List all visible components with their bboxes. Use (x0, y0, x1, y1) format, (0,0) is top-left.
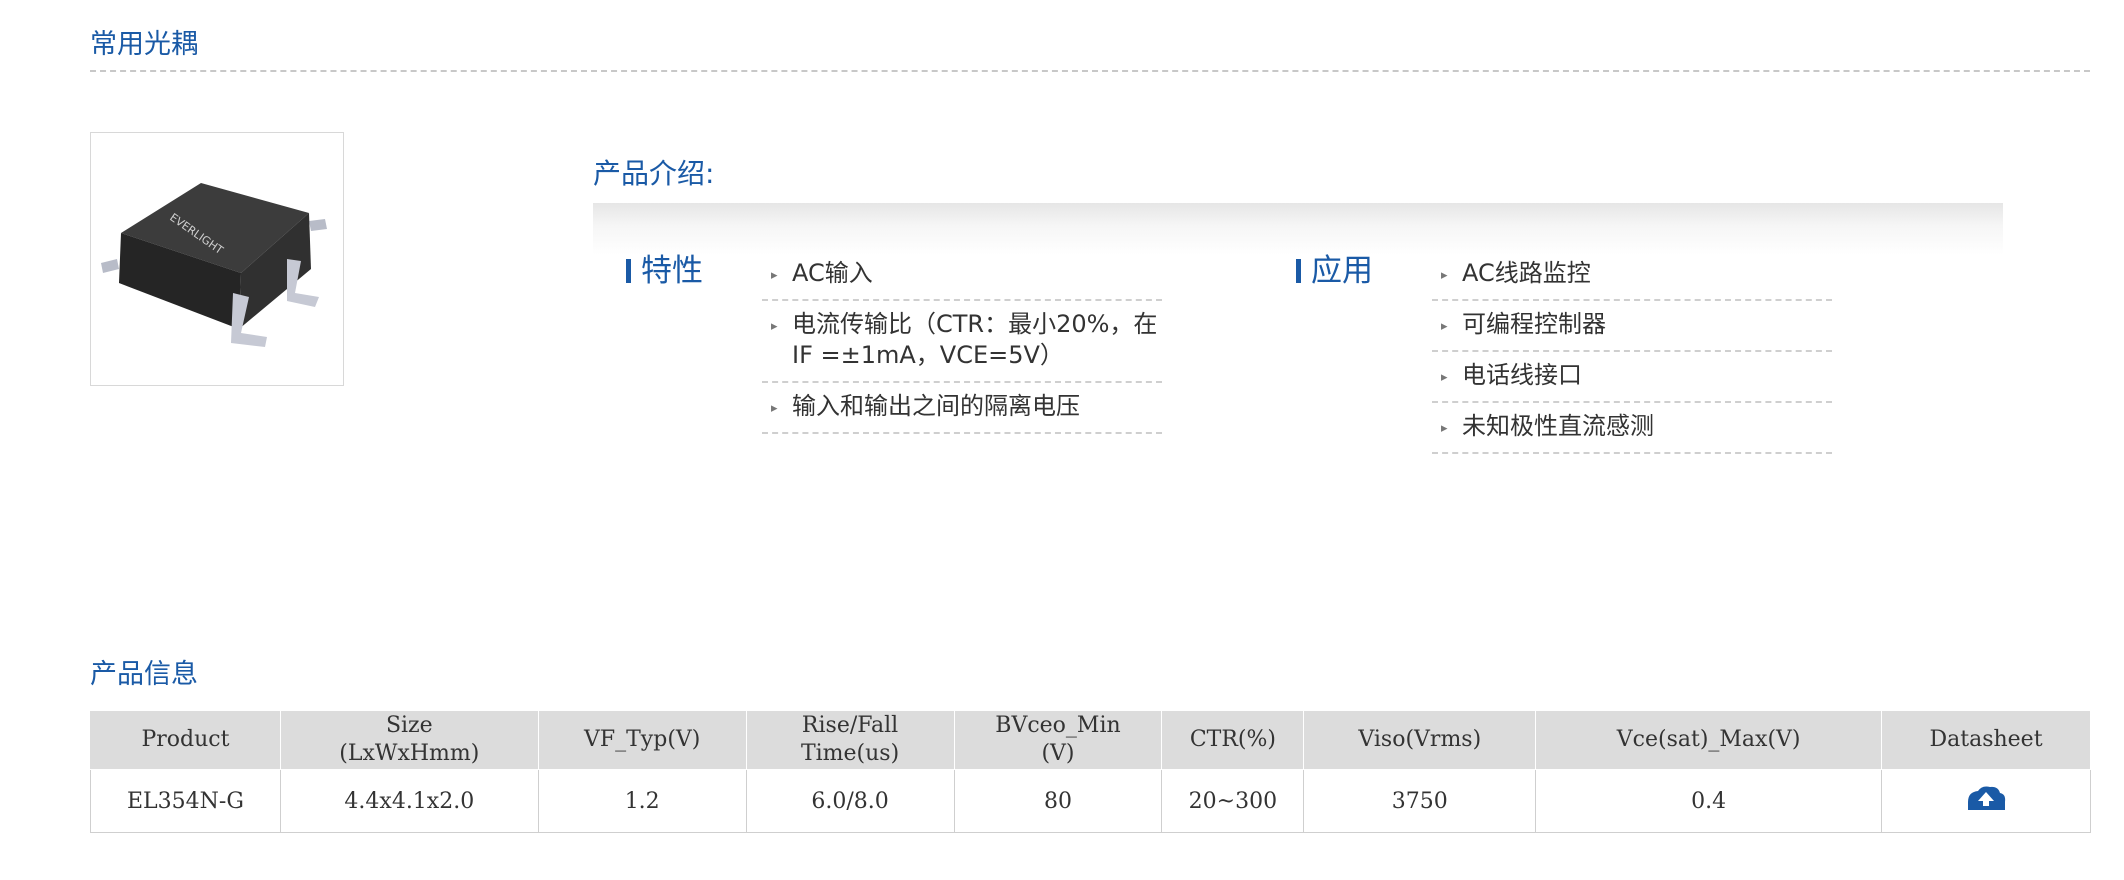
feature-item: ▸ AC输入 (762, 250, 1162, 301)
table-header-row: Product Size (LxWxHmm) VF_Typ(V) Rise/Fa… (90, 710, 2091, 770)
features-list: ▸ AC输入 ▸ 电流传输比（CTR：最小20%，在IF =±1mA，VCE=5… (762, 250, 1162, 434)
table-row: EL354N-G 4.4x4.1x2.0 1.2 6.0/8.0 80 20~3… (90, 769, 2091, 833)
cell-datasheet (1881, 769, 2091, 833)
feature-item-text: 输入和输出之间的隔离电压 (792, 392, 1080, 420)
features-heading-label: 特性 (641, 253, 703, 289)
col-header-rise-fall: Rise/Fall Time(us) (745, 710, 955, 770)
triangle-right-icon: ▸ (1441, 370, 1448, 385)
triangle-right-icon: ▸ (771, 401, 778, 416)
cell-product: EL354N-G (90, 769, 281, 833)
application-item-text: 未知极性直流感测 (1462, 412, 1654, 440)
feature-item-text: 电流传输比（CTR：最小20%，在IF =±1mA，VCE=5V） (792, 310, 1158, 369)
applications-heading: 应用 (1296, 245, 1373, 290)
product-info-title: 产品信息 (90, 659, 198, 690)
heading-bar-icon (626, 258, 631, 283)
application-item: ▸ AC线路监控 (1432, 250, 1832, 301)
application-item: ▸ 可编程控制器 (1432, 301, 1832, 352)
cell-size: 4.4x4.1x2.0 (279, 769, 539, 833)
download-icon[interactable] (1964, 784, 2008, 818)
application-item-text: 电话线接口 (1462, 361, 1582, 389)
feature-item: ▸ 电流传输比（CTR：最小20%，在IF =±1mA，VCE=5V） (762, 301, 1162, 383)
application-item: ▸ 未知极性直流感测 (1432, 403, 1832, 454)
cell-viso: 3750 (1303, 769, 1537, 833)
col-header-ctr: CTR(%) (1161, 710, 1305, 770)
triangle-right-icon: ▸ (1441, 421, 1448, 436)
col-header-vce-sat: Vce(sat)_Max(V) (1535, 710, 1883, 770)
col-header-product: Product (90, 710, 281, 770)
product-image: EVERLIGHT (90, 132, 344, 386)
cell-ctr: 20~300 (1161, 769, 1305, 833)
application-item-text: 可编程控制器 (1462, 310, 1606, 338)
triangle-right-icon: ▸ (1441, 268, 1448, 283)
cell-rise-fall: 6.0/8.0 (745, 769, 955, 833)
features-heading: 特性 (626, 245, 703, 290)
application-item: ▸ 电话线接口 (1432, 352, 1832, 403)
triangle-right-icon: ▸ (1441, 319, 1448, 334)
cell-vf: 1.2 (537, 769, 747, 833)
triangle-right-icon: ▸ (771, 268, 778, 283)
col-header-viso: Viso(Vrms) (1303, 710, 1537, 770)
col-header-vf: VF_Typ(V) (537, 710, 747, 770)
triangle-right-icon: ▸ (771, 319, 778, 334)
cell-vce-sat: 0.4 (1535, 769, 1883, 833)
col-header-bvceo: BVceo_Min (V) (953, 710, 1163, 770)
divider (90, 70, 2090, 72)
col-header-size: Size (LxWxHmm) (279, 710, 539, 770)
cell-bvceo: 80 (953, 769, 1163, 833)
intro-title: 产品介绍: (593, 157, 715, 190)
application-item-text: AC线路监控 (1462, 259, 1591, 287)
applications-heading-label: 应用 (1311, 253, 1373, 289)
heading-bar-icon (1296, 258, 1301, 283)
col-header-datasheet: Datasheet (1881, 710, 2091, 770)
common-optocoupler-title: 常用光耦 (90, 29, 198, 60)
product-info-table: Product Size (LxWxHmm) VF_Typ(V) Rise/Fa… (90, 710, 2091, 833)
feature-item: ▸ 输入和输出之间的隔离电压 (762, 383, 1162, 434)
applications-list: ▸ AC线路监控 ▸ 可编程控制器 ▸ 电话线接口 ▸ 未知极性直流感测 (1432, 250, 1832, 454)
feature-item-text: AC输入 (792, 259, 873, 287)
